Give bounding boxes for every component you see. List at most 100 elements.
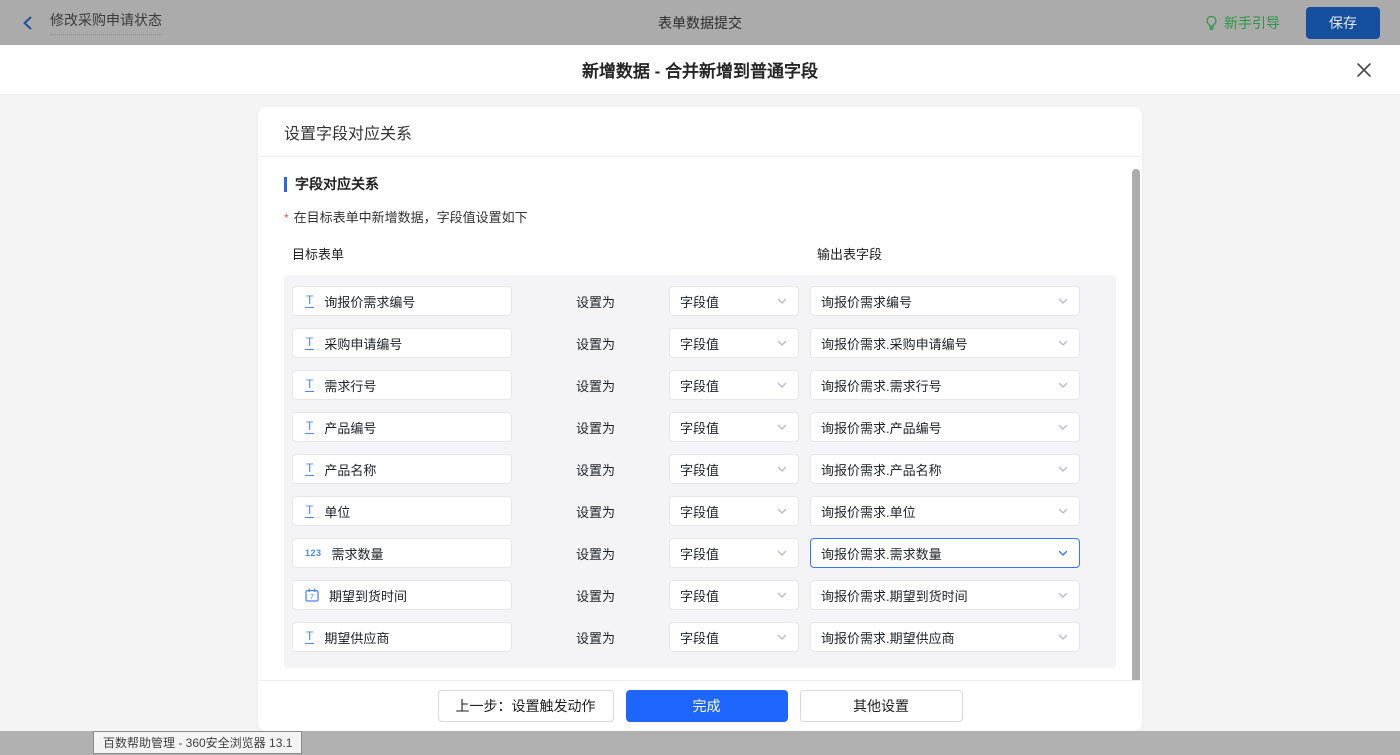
target-field-box[interactable]: T 需求行号: [292, 370, 512, 400]
chevron-down-icon: [776, 379, 788, 391]
chevron-down-icon: [1057, 547, 1069, 559]
value-type-select[interactable]: 字段值: [669, 622, 799, 652]
column-header-output-field: 输出表字段: [810, 244, 1080, 263]
chevron-down-icon: [1057, 295, 1069, 307]
value-type-select[interactable]: 字段值: [669, 496, 799, 526]
source-field-value: 询报价需求.期望到货时间: [821, 586, 968, 605]
value-type-select[interactable]: 字段值: [669, 286, 799, 316]
chevron-down-icon: [776, 295, 788, 307]
source-field-select[interactable]: 询报价需求.单位: [810, 496, 1080, 526]
set-as-label: 设置为: [512, 586, 669, 605]
source-field-select[interactable]: 询报价需求.产品编号: [810, 412, 1080, 442]
field-label: 产品编号: [324, 418, 376, 437]
source-field-value: 询报价需求.产品编号: [821, 418, 942, 437]
target-field-box[interactable]: 123 需求数量: [292, 538, 512, 568]
chevron-down-icon: [1057, 589, 1069, 601]
mapping-row: T 询报价需求编号 设置为 字段值 询报价需求编号: [292, 286, 1108, 316]
text-field-icon: T: [305, 378, 314, 392]
date-field-icon: 7: [305, 588, 319, 602]
value-type-value: 字段值: [680, 334, 719, 353]
text-field-icon: T: [305, 462, 314, 476]
field-label: 采购申请编号: [324, 334, 402, 353]
chevron-down-icon: [776, 463, 788, 475]
vertical-scrollbar[interactable]: [1132, 169, 1140, 693]
text-field-icon: T: [305, 504, 314, 518]
chevron-down-icon: [1057, 421, 1069, 433]
page-title: 表单数据提交: [658, 13, 742, 33]
chevron-down-icon: [1057, 631, 1069, 643]
save-button[interactable]: 保存: [1306, 7, 1380, 39]
close-icon[interactable]: [1354, 60, 1374, 80]
source-field-select[interactable]: 询报价需求.期望到货时间: [810, 580, 1080, 610]
required-asterisk: *: [284, 211, 289, 225]
source-field-select[interactable]: 询报价需求.期望供应商: [810, 622, 1080, 652]
value-type-select[interactable]: 字段值: [669, 454, 799, 484]
field-label: 期望到货时间: [329, 586, 407, 605]
column-header-target-form: 目标表单: [292, 244, 512, 263]
set-as-label: 设置为: [512, 544, 669, 563]
page-topbar: 修改采购申请状态 表单数据提交 新手引导 保存: [0, 0, 1400, 45]
value-type-value: 字段值: [680, 544, 719, 563]
source-field-select[interactable]: 询报价需求.采购申请编号: [810, 328, 1080, 358]
text-field-icon: T: [305, 336, 314, 350]
mapping-row: 123 需求数量 设置为 字段值 询报价需求.需求数量: [292, 538, 1108, 568]
other-settings-button[interactable]: 其他设置: [800, 690, 963, 722]
target-field-box[interactable]: T 产品名称: [292, 454, 512, 484]
value-type-value: 字段值: [680, 502, 719, 521]
source-field-select[interactable]: 询报价需求.需求数量: [810, 538, 1080, 568]
source-field-select[interactable]: 询报价需求编号: [810, 286, 1080, 316]
target-field-box[interactable]: 7 期望到货时间: [292, 580, 512, 610]
set-as-label: 设置为: [512, 502, 669, 521]
beginner-guide-label: 新手引导: [1224, 13, 1280, 33]
value-type-value: 字段值: [680, 628, 719, 647]
chevron-down-icon: [776, 589, 788, 601]
mapping-row: T 产品编号 设置为 字段值 询报价需求.产品编号: [292, 412, 1108, 442]
previous-step-button[interactable]: 上一步：设置触发动作: [438, 690, 614, 722]
source-field-value: 询报价需求.需求数量: [821, 544, 942, 563]
chevron-down-icon: [1057, 463, 1069, 475]
mapping-row: T 期望供应商 设置为 字段值 询报价需求.期望供应商: [292, 622, 1108, 652]
field-label: 询报价需求编号: [324, 292, 415, 311]
value-type-value: 字段值: [680, 418, 719, 437]
back-button[interactable]: 修改采购申请状态: [20, 10, 162, 35]
set-as-label: 设置为: [512, 460, 669, 479]
value-type-value: 字段值: [680, 376, 719, 395]
target-field-box[interactable]: T 产品编号: [292, 412, 512, 442]
value-type-select[interactable]: 字段值: [669, 370, 799, 400]
source-field-select[interactable]: 询报价需求.需求行号: [810, 370, 1080, 400]
chevron-down-icon: [776, 505, 788, 517]
field-mapping-card: 设置字段对应关系 字段对应关系 *在目标表单中新增数据，字段值设置如下 目标表单…: [258, 107, 1142, 731]
value-type-select[interactable]: 字段值: [669, 328, 799, 358]
mapping-row: T 采购申请编号 设置为 字段值 询报价需求.采购申请编号: [292, 328, 1108, 358]
source-field-value: 询报价需求.单位: [821, 502, 916, 521]
finish-button[interactable]: 完成: [626, 690, 788, 722]
workflow-title[interactable]: 修改采购申请状态: [50, 10, 162, 35]
set-as-label: 设置为: [512, 418, 669, 437]
source-field-select[interactable]: 询报价需求.产品名称: [810, 454, 1080, 484]
set-as-label: 设置为: [512, 292, 669, 311]
chevron-down-icon: [776, 547, 788, 559]
value-type-select[interactable]: 字段值: [669, 580, 799, 610]
mapping-rows: T 询报价需求编号 设置为 字段值 询报价需求编号 T: [284, 275, 1116, 668]
value-type-value: 字段值: [680, 292, 719, 311]
target-field-box[interactable]: T 询报价需求编号: [292, 286, 512, 316]
chevron-down-icon: [776, 631, 788, 643]
dialog-header: 新增数据 - 合并新增到普通字段: [0, 45, 1400, 95]
target-field-box[interactable]: T 期望供应商: [292, 622, 512, 652]
text-field-icon: T: [305, 420, 314, 434]
beginner-guide-link[interactable]: 新手引导: [1204, 13, 1280, 33]
number-field-icon: 123: [305, 548, 322, 558]
value-type-value: 字段值: [680, 460, 719, 479]
field-label: 产品名称: [324, 460, 376, 479]
value-type-select[interactable]: 字段值: [669, 412, 799, 442]
target-field-box[interactable]: T 单位: [292, 496, 512, 526]
value-type-select[interactable]: 字段值: [669, 538, 799, 568]
lightbulb-icon: [1204, 15, 1219, 31]
source-field-value: 询报价需求.产品名称: [821, 460, 942, 479]
set-as-label: 设置为: [512, 334, 669, 353]
section-hint: *在目标表单中新增数据，字段值设置如下: [284, 207, 1116, 226]
field-label: 单位: [324, 502, 350, 521]
chevron-left-icon: [20, 15, 36, 31]
chevron-down-icon: [776, 421, 788, 433]
target-field-box[interactable]: T 采购申请编号: [292, 328, 512, 358]
